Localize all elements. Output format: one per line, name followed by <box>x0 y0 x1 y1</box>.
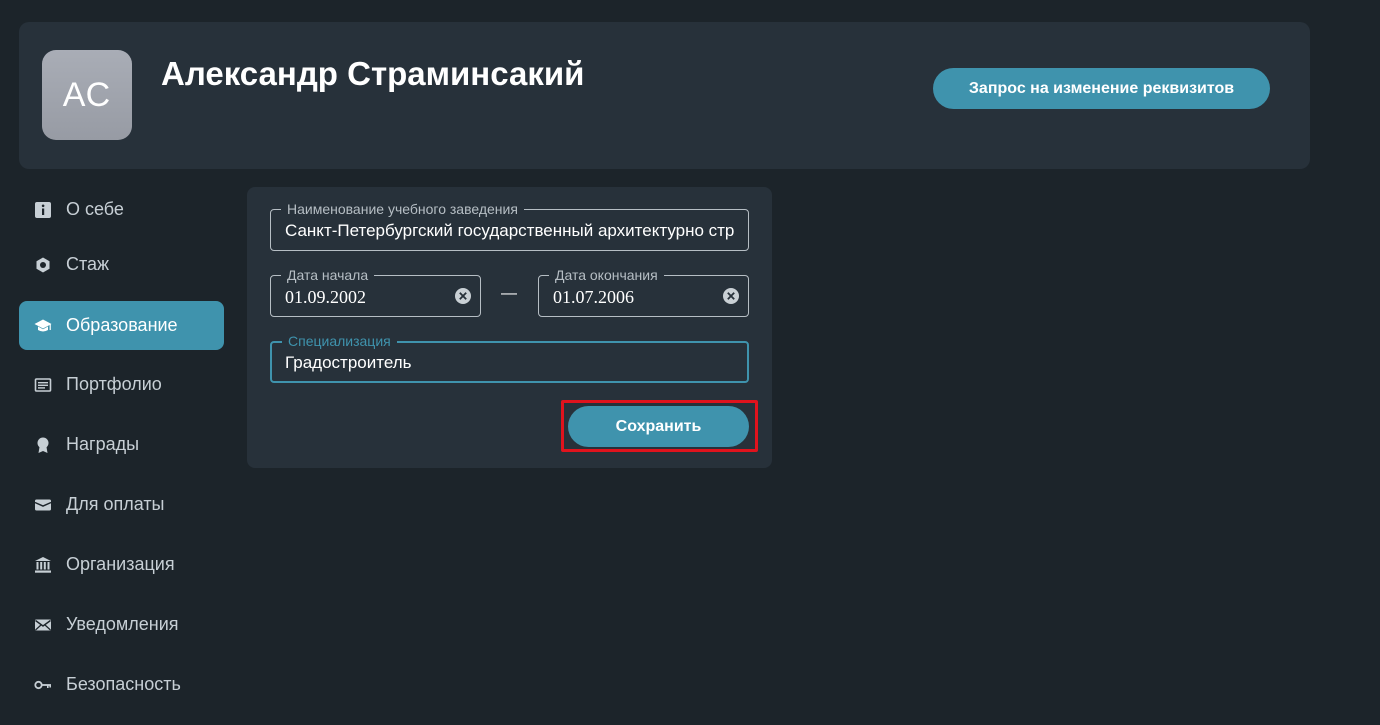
sidebar-item-organization[interactable]: Организация <box>19 540 224 589</box>
sidebar-item-label: Безопасность <box>66 674 181 694</box>
clear-icon[interactable] <box>454 287 472 305</box>
request-details-change-button[interactable]: Запрос на изменение реквизитов <box>933 68 1270 109</box>
sidebar-item-security[interactable]: Безопасность <box>19 660 224 709</box>
sidebar-item-label: Образование <box>66 315 178 335</box>
sidebar-item-label: Организация <box>66 554 175 574</box>
specialization-field[interactable]: Специализация Градостроитель <box>270 333 749 383</box>
sidebar-item-label: О себе <box>66 199 124 219</box>
key-icon <box>33 675 53 695</box>
institution-label: Наименование учебного заведения <box>281 201 524 217</box>
avatar: АС <box>42 50 132 140</box>
specialization-value[interactable]: Градостроитель <box>285 353 733 373</box>
start-date-label: Дата начала <box>281 267 375 283</box>
sidebar-item-label: Портфолио <box>66 374 162 394</box>
sidebar-item-label: Для оплаты <box>66 494 165 514</box>
info-icon <box>33 200 53 220</box>
document-icon <box>33 375 53 395</box>
save-button[interactable]: Сохранить <box>568 406 749 447</box>
sidebar-item-payment[interactable]: Для оплаты <box>19 480 224 529</box>
date-range-separator: — <box>501 285 517 302</box>
sidebar-item-education[interactable]: Образование <box>19 301 224 350</box>
education-form-card: Наименование учебного заведения Санкт-Пе… <box>247 187 772 468</box>
sidebar-item-experience[interactable]: Стаж <box>19 240 224 289</box>
sidebar-item-awards[interactable]: Награды <box>19 420 224 469</box>
profile-header: АС Александр Страминсакий Запрос на изме… <box>19 22 1310 169</box>
sidebar-item-portfolio[interactable]: Портфолио <box>19 360 224 409</box>
bank-icon <box>33 555 53 575</box>
profile-name: Александр Страминсакий <box>161 55 585 92</box>
sidebar-item-label: Награды <box>66 434 140 454</box>
start-date-field[interactable]: Дата начала 01.09.2002 <box>270 267 481 317</box>
institution-value[interactable]: Санкт-Петербургский государственный архи… <box>285 221 734 241</box>
institution-field[interactable]: Наименование учебного заведения Санкт-Пе… <box>270 201 749 251</box>
award-icon <box>33 435 53 455</box>
sidebar-item-notifications[interactable]: Уведомления <box>19 600 224 649</box>
start-date-value[interactable]: 01.09.2002 <box>285 287 466 308</box>
hexagon-icon <box>33 255 53 275</box>
envelope-icon <box>33 615 53 635</box>
end-date-field[interactable]: Дата окончания 01.07.2006 <box>538 267 749 317</box>
end-date-value[interactable]: 01.07.2006 <box>553 287 734 308</box>
graduation-cap-icon <box>33 316 53 336</box>
clear-icon[interactable] <box>722 287 740 305</box>
sidebar-item-label: Стаж <box>66 254 110 274</box>
specialization-label: Специализация <box>282 333 397 349</box>
end-date-label: Дата окончания <box>549 267 664 283</box>
sidebar-item-label: Уведомления <box>66 614 179 634</box>
wallet-icon <box>33 495 53 515</box>
sidebar-item-about[interactable]: О себе <box>19 185 224 234</box>
